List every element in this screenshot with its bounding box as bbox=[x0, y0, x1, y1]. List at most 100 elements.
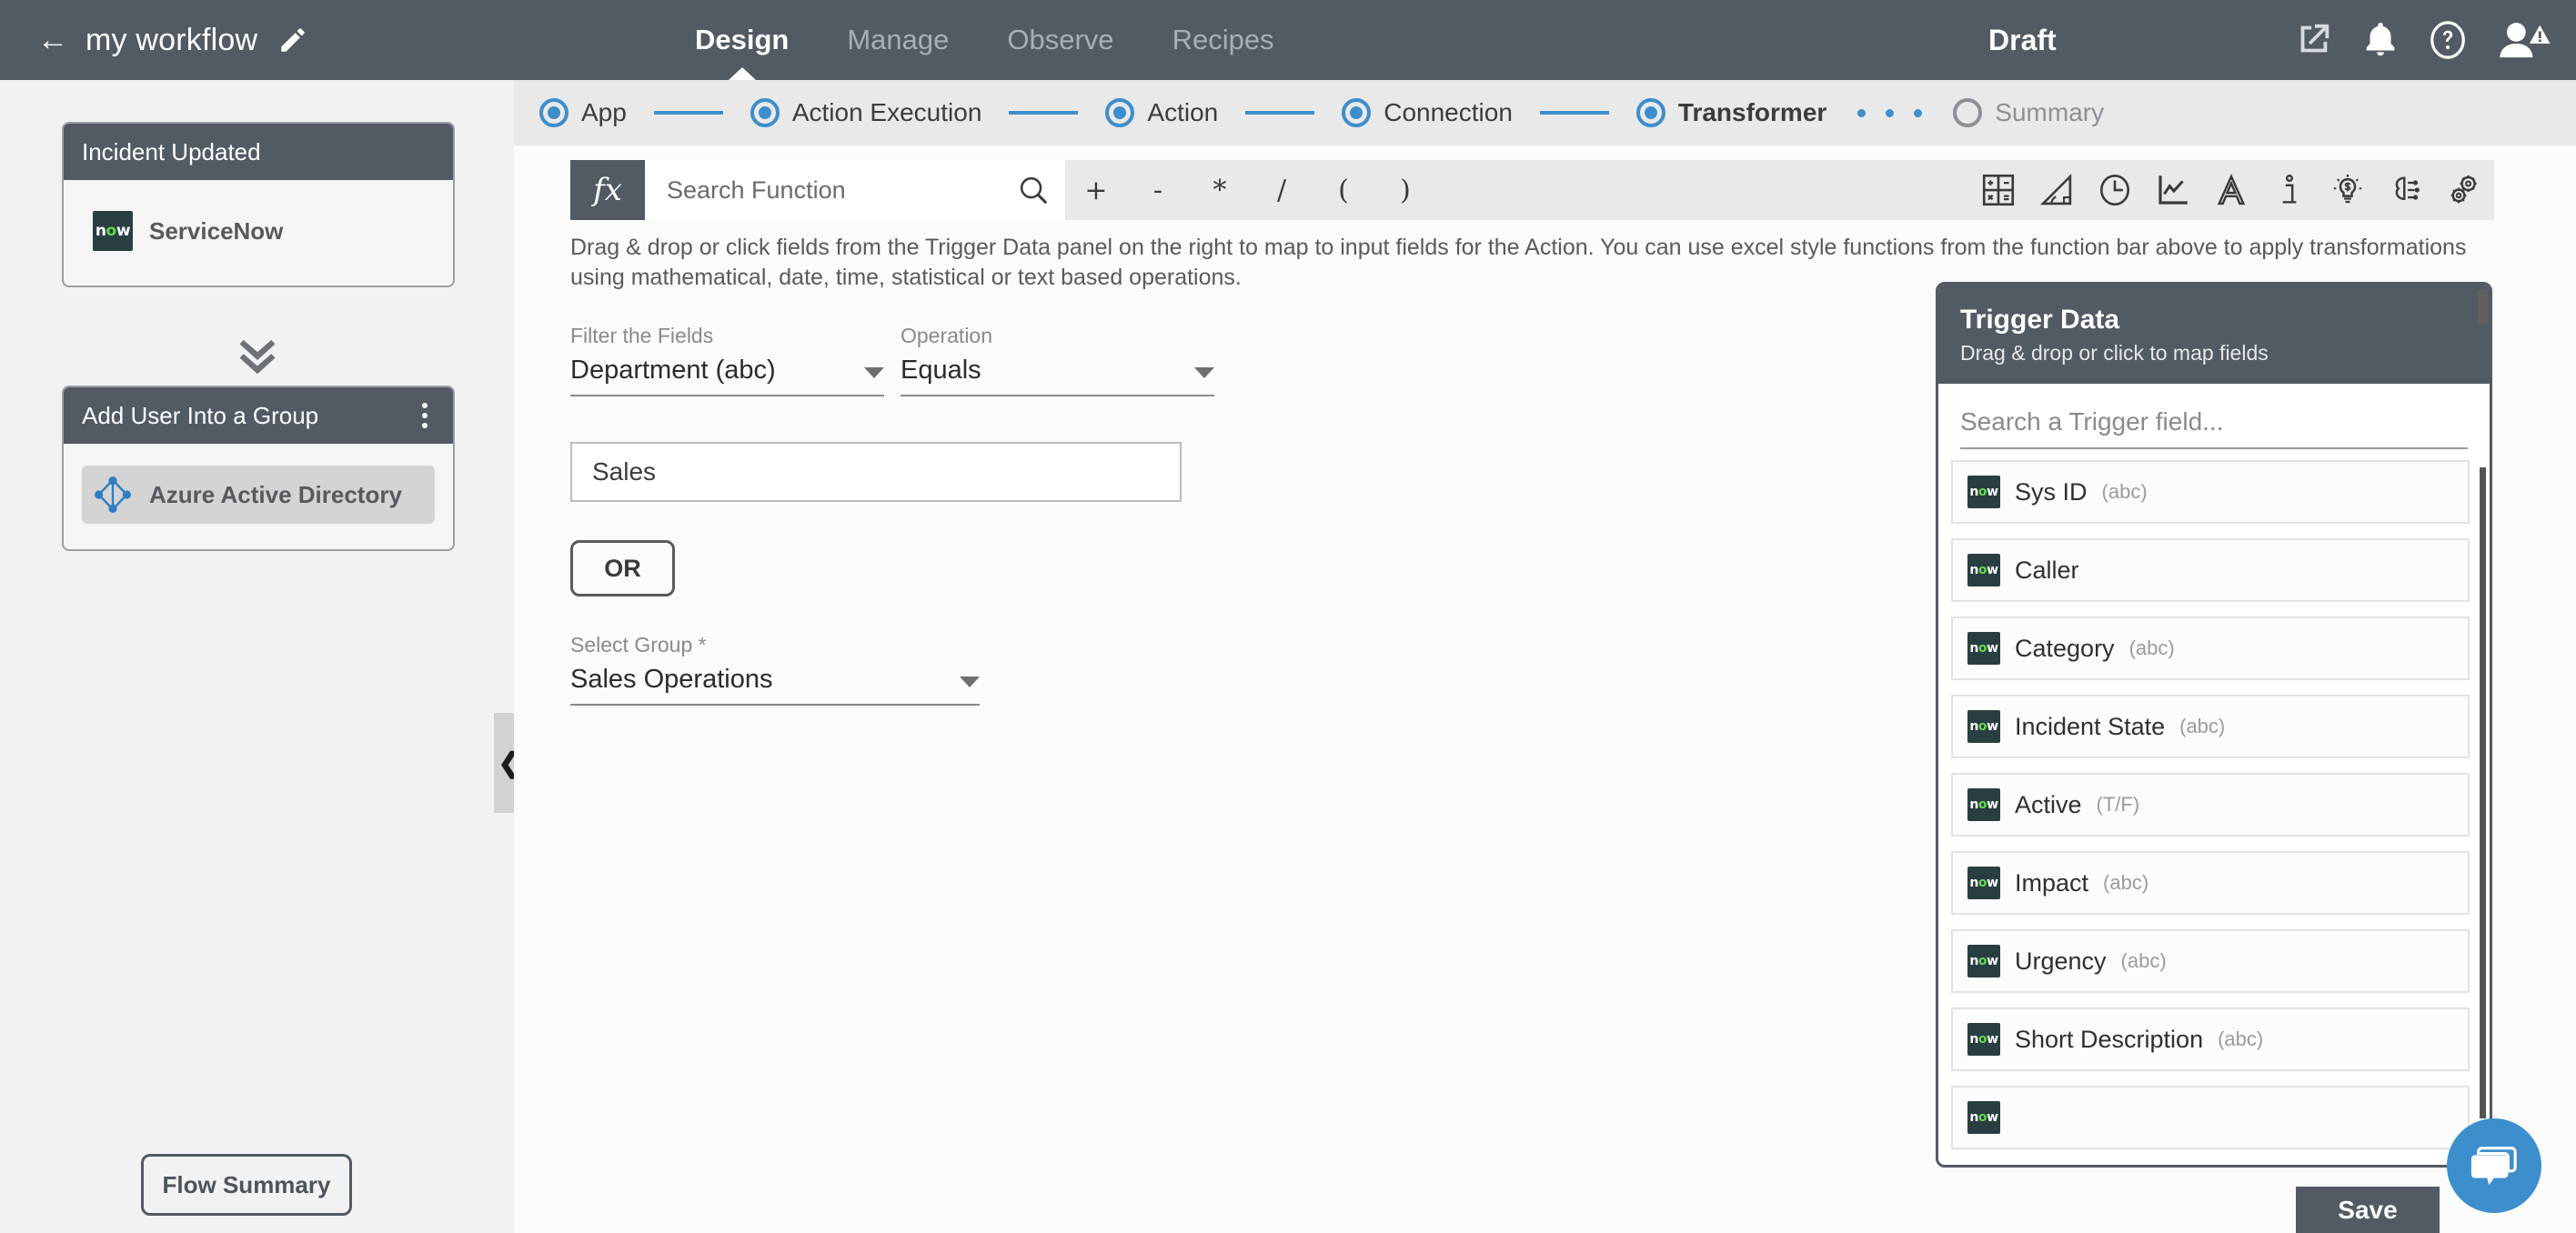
trigger-field-type: (T/F) bbox=[2096, 793, 2140, 816]
trigger-field-item[interactable]: now Incident State (abc) bbox=[1951, 695, 2470, 758]
operation-field-label: Operation bbox=[901, 324, 993, 347]
tab-design[interactable]: Design bbox=[691, 0, 792, 80]
external-link-icon[interactable] bbox=[2292, 19, 2334, 61]
operation-field[interactable]: Operation Equals bbox=[901, 324, 1214, 396]
select-group-control[interactable]: Sales Operations bbox=[570, 665, 980, 706]
flow-summary-button[interactable]: Flow Summary bbox=[141, 1154, 352, 1216]
step-dot-icon bbox=[1342, 98, 1372, 127]
servicenow-now-icon: now bbox=[1967, 632, 2000, 665]
select-group-label: Select Group * bbox=[570, 633, 707, 657]
status-badge: Draft bbox=[1988, 23, 2057, 56]
trigger-list-scrollbar[interactable] bbox=[2480, 467, 2486, 1118]
help-icon[interactable] bbox=[2427, 19, 2469, 61]
operator-open-paren[interactable]: ( bbox=[1313, 175, 1374, 206]
trigger-list-scrollbar-thumb[interactable] bbox=[2478, 290, 2488, 325]
workflow-sidebar: Incident Updated now ServiceNow Add User… bbox=[0, 80, 514, 1233]
search-icon[interactable] bbox=[1016, 173, 1051, 207]
trigger-panel-header: Trigger Data Drag & drop or click to map… bbox=[1938, 285, 2490, 384]
top-bar-icons bbox=[2292, 0, 2552, 80]
step-label: Action Execution bbox=[791, 98, 982, 126]
trigger-field-type: (abc) bbox=[2101, 480, 2148, 503]
operator-minus[interactable]: - bbox=[1127, 175, 1189, 206]
back-arrow-icon[interactable]: ← bbox=[35, 22, 71, 58]
operator-plus[interactable]: + bbox=[1065, 175, 1127, 206]
trigger-field-item[interactable]: now Sys ID (abc) bbox=[1951, 460, 2470, 524]
trigger-field-item[interactable]: now Urgency (abc) bbox=[1951, 929, 2470, 993]
chevron-down-icon[interactable] bbox=[960, 677, 980, 687]
trigger-field-search-input[interactable]: Search a Trigger field... bbox=[1960, 407, 2468, 449]
clock-icon[interactable] bbox=[2096, 171, 2134, 209]
pencil-icon[interactable] bbox=[277, 25, 308, 55]
chevron-down-icon[interactable] bbox=[1194, 367, 1214, 378]
chart-icon[interactable] bbox=[2154, 171, 2192, 209]
step-action[interactable]: Action bbox=[1105, 98, 1218, 127]
chat-bubble-icon[interactable] bbox=[2447, 1118, 2541, 1213]
operation-field-value: Equals bbox=[901, 356, 981, 385]
trigger-data-panel: Trigger Data Drag & drop or click to map… bbox=[1936, 282, 2492, 1168]
servicenow-now-icon: now bbox=[93, 211, 133, 251]
trigger-field-item[interactable]: now Caller bbox=[1951, 538, 2470, 602]
azure-active-directory-icon bbox=[95, 476, 131, 513]
or-button[interactable]: OR bbox=[570, 540, 675, 596]
step-app[interactable]: App bbox=[539, 98, 627, 127]
flow-card-header: Incident Updated bbox=[64, 124, 453, 180]
flow-card-header: Add User Into a Group bbox=[64, 387, 453, 444]
flow-card-trigger[interactable]: Incident Updated now ServiceNow bbox=[62, 122, 455, 287]
step-transformer[interactable]: Transformer bbox=[1635, 98, 1826, 127]
step-dot-icon bbox=[1105, 98, 1135, 127]
step-label: Action bbox=[1147, 98, 1219, 126]
bell-icon[interactable] bbox=[2360, 19, 2401, 61]
step-dot-icon bbox=[1953, 98, 1983, 127]
text-icon[interactable] bbox=[2212, 171, 2250, 209]
save-button[interactable]: Save bbox=[2296, 1187, 2440, 1233]
trigger-field-item[interactable]: now Impact (abc) bbox=[1951, 851, 2470, 915]
filter-field-control[interactable]: Department (abc) bbox=[570, 356, 884, 396]
operator-close-paren[interactable]: ) bbox=[1374, 175, 1436, 206]
double-chevron-down-icon[interactable] bbox=[0, 336, 514, 375]
flow-card-action[interactable]: Add User Into a Group Azure Active Direc… bbox=[62, 386, 455, 551]
app-chip-azure-active-directory[interactable]: Azure Active Directory bbox=[82, 466, 435, 524]
tab-observe[interactable]: Observe bbox=[1003, 0, 1117, 80]
filter-row: Filter the Fields Department (abc) Opera… bbox=[570, 324, 1214, 396]
operator-multiply[interactable]: * bbox=[1189, 175, 1251, 206]
operation-field-control[interactable]: Equals bbox=[901, 356, 1214, 396]
trigger-panel-title: Trigger Data bbox=[1960, 305, 2120, 335]
trigonometry-icon[interactable] bbox=[2038, 171, 2076, 209]
step-connection[interactable]: Connection bbox=[1342, 98, 1513, 127]
flow-card-title: Add User Into a Group bbox=[82, 401, 319, 429]
utility-gears-icon[interactable] bbox=[2445, 171, 2483, 209]
calculator-icon[interactable] bbox=[1979, 171, 2018, 209]
avatar[interactable] bbox=[2494, 19, 2552, 61]
tab-manage[interactable]: Manage bbox=[843, 0, 952, 80]
financial-icon[interactable] bbox=[2329, 171, 2367, 209]
info-icon[interactable] bbox=[2270, 171, 2309, 209]
trigger-field-item[interactable]: now Category (abc) bbox=[1951, 616, 2470, 680]
trigger-field-name: Urgency bbox=[2015, 947, 2107, 975]
function-search-placeholder: Search Function bbox=[667, 175, 846, 204]
select-group-field[interactable]: Select Group * Sales Operations bbox=[570, 633, 980, 706]
trigger-field-type: (abc) bbox=[2103, 871, 2149, 894]
fx-button[interactable]: fx bbox=[570, 160, 645, 220]
app-chip-servicenow[interactable]: now ServiceNow bbox=[82, 202, 435, 260]
function-search-input[interactable]: Search Function bbox=[645, 160, 1065, 220]
ai-brain-icon[interactable] bbox=[2387, 171, 2425, 209]
transformer-form: Filter the Fields Department (abc) Opera… bbox=[570, 324, 1214, 706]
filter-value-input[interactable]: Sales bbox=[570, 442, 1182, 502]
operator-divide[interactable]: / bbox=[1251, 175, 1313, 206]
trigger-field-name: Active bbox=[2015, 790, 2082, 818]
step-summary[interactable]: Summary bbox=[1953, 98, 2104, 127]
trigger-field-item[interactable]: now bbox=[1951, 1086, 2470, 1149]
operator-buttons: + - * / ( ) bbox=[1065, 175, 1436, 206]
trigger-field-item[interactable]: now Short Description (abc) bbox=[1951, 1007, 2470, 1071]
trigger-field-name: Sys ID bbox=[2015, 477, 2088, 506]
app-chip-label: Azure Active Directory bbox=[149, 480, 402, 508]
card-menu-icon[interactable] bbox=[415, 397, 435, 434]
step-connector bbox=[1245, 111, 1315, 115]
servicenow-now-icon: now bbox=[1967, 1101, 2000, 1134]
step-action-execution[interactable]: Action Execution bbox=[750, 98, 982, 127]
filter-field[interactable]: Filter the Fields Department (abc) bbox=[570, 324, 884, 396]
chevron-down-icon[interactable] bbox=[864, 367, 884, 378]
trigger-field-item[interactable]: now Active (T/F) bbox=[1951, 773, 2470, 837]
flow-card-body: now ServiceNow bbox=[64, 180, 453, 286]
tab-recipes[interactable]: Recipes bbox=[1169, 0, 1278, 80]
